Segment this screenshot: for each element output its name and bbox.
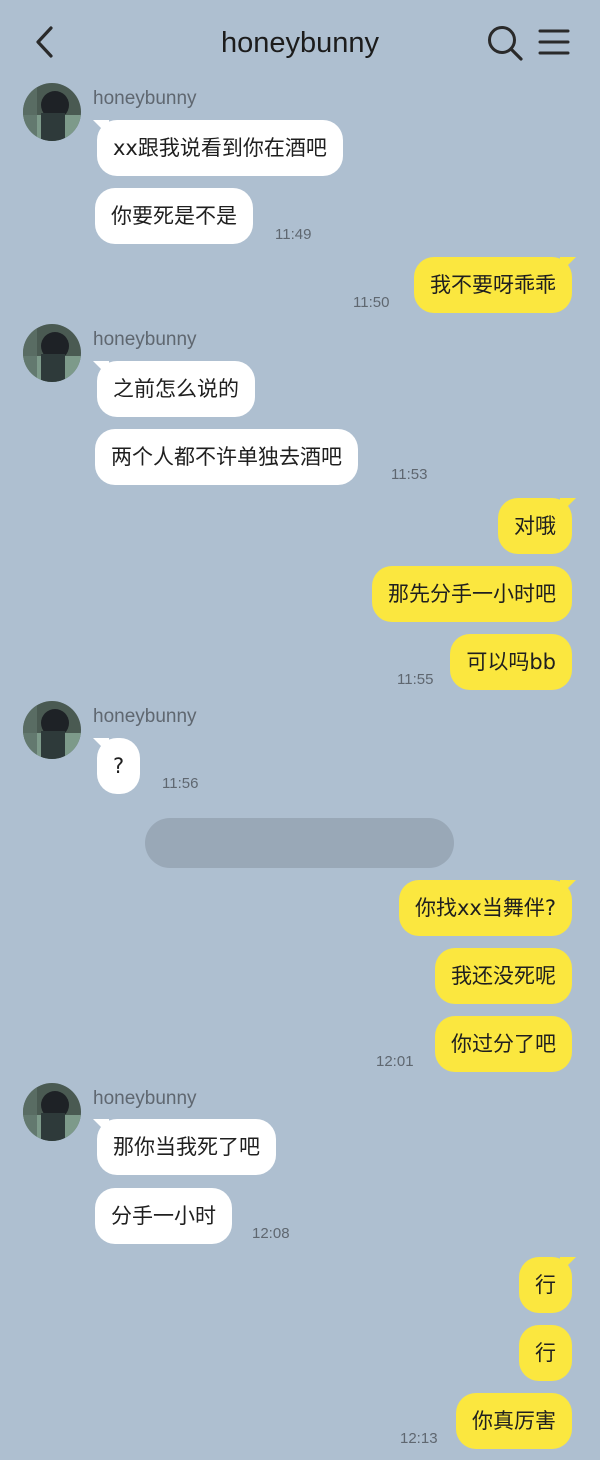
message-timestamp: 11:49 bbox=[275, 226, 312, 243]
message-bubble[interactable]: xx跟我说看到你在酒吧 bbox=[97, 120, 343, 176]
message-timestamp: 11:56 bbox=[162, 775, 199, 792]
message-bubble[interactable]: 你真厉害 bbox=[456, 1393, 572, 1449]
message-bubble[interactable]: 那先分手一小时吧 bbox=[372, 566, 572, 622]
chat-title: honeybunny bbox=[220, 27, 380, 59]
avatar[interactable] bbox=[23, 83, 81, 141]
message-bubble[interactable]: ? bbox=[97, 738, 141, 794]
message-bubble[interactable]: 对哦 bbox=[498, 498, 572, 554]
message-bubble[interactable]: 我还没死呢 bbox=[435, 948, 572, 1004]
message-bubble[interactable]: 你要死是不是 bbox=[95, 188, 253, 244]
sender-name: honeybunny bbox=[93, 88, 197, 109]
message-bubble[interactable]: 分手一小时 bbox=[95, 1188, 232, 1244]
message-timestamp: 12:08 bbox=[252, 1225, 290, 1242]
message-timestamp: 11:55 bbox=[397, 671, 434, 688]
hamburger-menu-icon[interactable] bbox=[536, 24, 572, 60]
message-bubble[interactable]: 那你当我死了吧 bbox=[97, 1119, 276, 1175]
avatar[interactable] bbox=[23, 1083, 81, 1141]
chevron-left-icon[interactable] bbox=[28, 24, 64, 60]
message-bubble[interactable]: 你找xx当舞伴? bbox=[398, 880, 572, 936]
sender-name: honeybunny bbox=[93, 1088, 197, 1109]
message-bubble[interactable]: 你过分了吧 bbox=[435, 1016, 572, 1072]
message-bubble[interactable]: 我不要呀乖乖 bbox=[414, 257, 572, 313]
message-timestamp: 12:13 bbox=[400, 1430, 438, 1447]
avatar[interactable] bbox=[23, 701, 81, 759]
redacted-system-notice bbox=[145, 818, 454, 868]
message-timestamp: 11:50 bbox=[353, 294, 390, 311]
message-bubble[interactable]: 行 bbox=[519, 1325, 572, 1381]
message-bubble[interactable]: 可以吗bb bbox=[450, 634, 572, 690]
chat-header: honeybunny bbox=[0, 0, 600, 84]
message-timestamp: 11:53 bbox=[391, 466, 428, 483]
message-bubble[interactable]: 两个人都不许单独去酒吧 bbox=[95, 429, 358, 485]
message-timestamp: 12:01 bbox=[376, 1053, 414, 1070]
avatar[interactable] bbox=[23, 324, 81, 382]
message-bubble[interactable]: 之前怎么说的 bbox=[97, 361, 255, 417]
message-bubble[interactable]: 行 bbox=[519, 1257, 572, 1313]
sender-name: honeybunny bbox=[93, 329, 197, 350]
sender-name: honeybunny bbox=[93, 706, 197, 727]
search-icon[interactable] bbox=[486, 24, 524, 62]
